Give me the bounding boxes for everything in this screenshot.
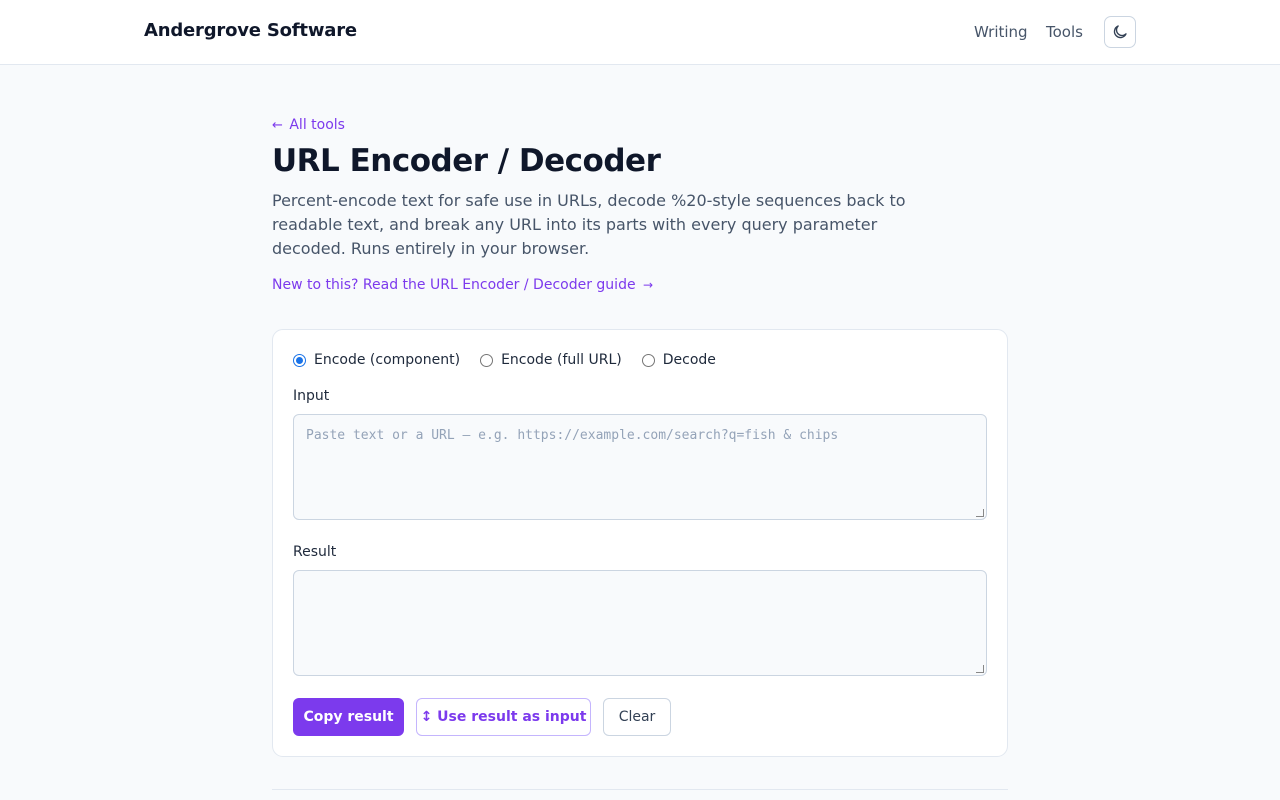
back-to-tools-link[interactable]: ← All tools xyxy=(272,117,345,133)
nav-tools-link[interactable]: Tools xyxy=(1046,23,1083,41)
input-textarea[interactable]: Paste text or a URL — e.g. https://examp… xyxy=(293,414,987,520)
mode-encode-component[interactable]: Encode (component) xyxy=(293,352,460,368)
guide-link-label: New to this? Read the URL Encoder / Deco… xyxy=(272,277,636,293)
tool-card: Encode (component) Encode (full URL) Dec… xyxy=(272,329,1008,757)
resize-grip-icon[interactable] xyxy=(976,665,984,673)
site-brand[interactable]: Andergrove Software xyxy=(144,20,357,41)
clear-button[interactable]: Clear xyxy=(603,698,671,736)
result-textarea[interactable] xyxy=(293,570,987,676)
input-label: Input xyxy=(293,388,330,404)
nav-writing-link[interactable]: Writing xyxy=(974,23,1028,41)
back-link-label: All tools xyxy=(289,117,345,133)
guide-link[interactable]: New to this? Read the URL Encoder / Deco… xyxy=(272,277,653,293)
radio-encode-full-url[interactable] xyxy=(480,353,494,367)
left-arrow-icon: ← xyxy=(272,118,283,133)
mode-label: Decode xyxy=(662,352,716,368)
mode-label: Encode (component) xyxy=(314,352,461,368)
mode-selector: Encode (component) Encode (full URL) Dec… xyxy=(293,352,736,368)
radio-decode[interactable] xyxy=(641,353,655,367)
page-title: URL Encoder / Decoder xyxy=(272,143,661,179)
section-divider xyxy=(272,789,1008,790)
site-header: Andergrove Software Writing Tools xyxy=(0,0,1280,65)
resize-grip-icon[interactable] xyxy=(976,509,984,517)
mode-label: Encode (full URL) xyxy=(501,352,622,368)
right-arrow-icon: → xyxy=(643,278,654,292)
mode-encode-full-url[interactable]: Encode (full URL) xyxy=(480,352,622,368)
result-label: Result xyxy=(293,544,337,560)
copy-result-button[interactable]: Copy result xyxy=(293,698,404,736)
moon-icon xyxy=(1113,25,1127,39)
theme-toggle-button[interactable] xyxy=(1104,16,1136,48)
mode-decode[interactable]: Decode xyxy=(641,352,716,368)
radio-encode-component[interactable] xyxy=(293,353,306,367)
use-result-as-input-button[interactable]: ↕ Use result as input xyxy=(416,698,591,736)
page-description: Percent-encode text for safe use in URLs… xyxy=(272,191,906,258)
